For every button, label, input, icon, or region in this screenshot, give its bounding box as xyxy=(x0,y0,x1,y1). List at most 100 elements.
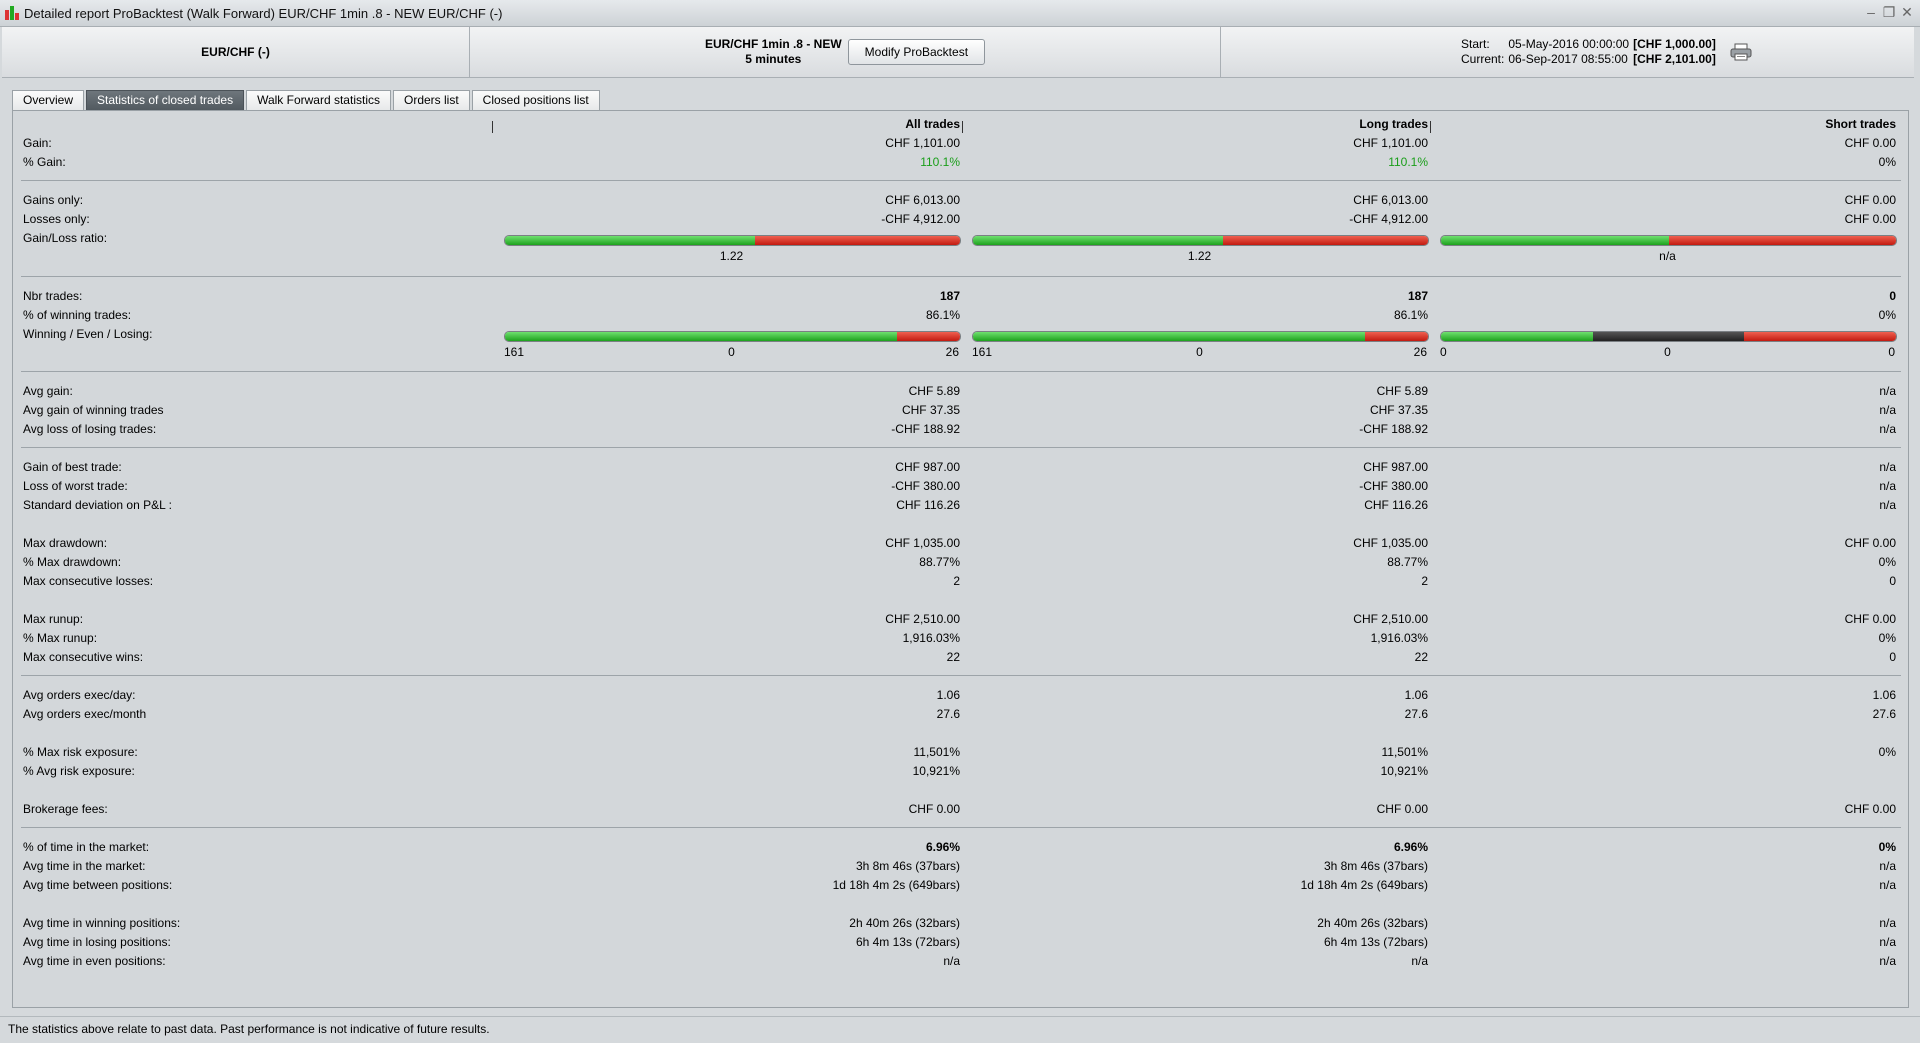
pct-winning-short-value: 0% xyxy=(1878,308,1896,322)
avg-gain-all-value: CHF 5.89 xyxy=(908,384,960,398)
start-label: Start: xyxy=(1461,37,1490,51)
orders-day-long-value: 1.06 xyxy=(1404,688,1428,702)
pct-max-runup-short-value: 0% xyxy=(1878,631,1896,645)
gain-loss-ratio-bar-all xyxy=(504,235,961,246)
worst-trade-long-value: -CHF 380.00 xyxy=(1359,479,1428,493)
winning-segment xyxy=(973,332,1365,341)
start-capital: [CHF 1,000.00] xyxy=(1633,37,1716,51)
current-label: Current: xyxy=(1461,52,1505,66)
gain-row: Gain: CHF 1,101.00 CHF 1,101.00 CHF 0.00 xyxy=(13,134,1908,153)
modify-probacktest-button[interactable]: Modify ProBacktest xyxy=(847,39,986,65)
avg-time-market-long-value: 3h 8m 46s (37bars) xyxy=(1323,859,1428,873)
winning-even-losing-bar-all xyxy=(504,331,961,342)
nbr-trades-label: Nbr trades: xyxy=(23,289,83,303)
avg-time-market-all-value: 3h 8m 46s (37bars) xyxy=(855,859,960,873)
statistics-panel: All trades Long trades Short trades Gain… xyxy=(12,110,1909,1008)
column-header-all: All trades xyxy=(905,117,960,131)
pct-winning-label: % of winning trades: xyxy=(23,308,132,322)
tab-closed-positions-list[interactable]: Closed positions list xyxy=(471,90,600,110)
wel-row: Winning / Even / Losing: 161 0 26 161 0 26 0 0 0 xyxy=(13,325,1908,359)
date-section: Start: 05-May-2016 00:00:00 [CHF 1,000.0… xyxy=(1221,27,1914,77)
max-dd-long-value: CHF 1,035.00 xyxy=(1353,536,1428,550)
fees-row: Brokerage fees: CHF 0.00 CHF 0.00 CHF 0.00 xyxy=(13,800,1908,819)
pct-max-dd-row: % Max drawdown: 88.77% 88.77% 0% xyxy=(13,553,1908,572)
pct-gain-label: % Gain: xyxy=(23,155,66,169)
nbr-trades-short-value: 0 xyxy=(1889,289,1896,303)
avg-time-between-short-value: n/a xyxy=(1879,878,1896,892)
std-dev-long-value: CHF 116.26 xyxy=(1364,498,1428,512)
gain-segment xyxy=(1441,236,1669,245)
pct-max-runup-long-value: 1,916.03% xyxy=(1370,631,1428,645)
tab-bar: Overview Statistics of closed trades Wal… xyxy=(12,90,602,110)
avg-loss-lose-long-value: -CHF 188.92 xyxy=(1359,422,1428,436)
avg-time-between-row: Avg time between positions: 1d 18h 4m 2s … xyxy=(13,876,1908,895)
current-capital: [CHF 2,101.00] xyxy=(1633,52,1716,66)
orders-day-all-value: 1.06 xyxy=(936,688,960,702)
column-header-row: All trades Long trades Short trades xyxy=(13,115,1908,134)
separator-line xyxy=(21,447,1901,448)
avg-gain-win-label: Avg gain of winning trades xyxy=(23,403,164,417)
losses-only-short-value: CHF 0.00 xyxy=(1844,212,1896,226)
avg-time-even-short-value: n/a xyxy=(1879,954,1896,968)
time-market-pct-all-value: 6.96% xyxy=(925,840,960,854)
gain-loss-ratio-bar-short xyxy=(1440,235,1897,246)
gain-loss-ratio-all-value: 1.22 xyxy=(719,249,744,263)
gain-label: Gain: xyxy=(23,136,52,150)
gain-loss-ratio-long-value: 1.22 xyxy=(1187,249,1212,263)
avg-time-between-label: Avg time between positions: xyxy=(23,878,173,892)
winning-segment xyxy=(505,332,897,341)
tab-walk-forward-statistics[interactable]: Walk Forward statistics xyxy=(246,90,391,110)
tab-orders-list[interactable]: Orders list xyxy=(392,90,470,110)
avg-time-even-label: Avg time in even positions: xyxy=(23,954,166,968)
loss-segment xyxy=(755,236,960,245)
title-bar: Detailed report ProBacktest (Walk Forwar… xyxy=(0,0,1920,27)
close-button[interactable]: ✕ xyxy=(1898,3,1916,21)
instrument-name: EUR/CHF (-) xyxy=(201,45,270,59)
fees-label: Brokerage fees: xyxy=(23,802,108,816)
avg-time-even-long-value: n/a xyxy=(1411,954,1428,968)
strategy-name: EUR/CHF 1min .8 - NEW xyxy=(704,37,842,51)
avg-risk-long-value: 10,921% xyxy=(1380,764,1428,778)
max-dd-row: Max drawdown: CHF 1,035.00 CHF 1,035.00 CHF… xyxy=(13,534,1908,553)
winning-even-losing-bar-long xyxy=(972,331,1429,342)
worst-trade-row: Loss of worst trade: -CHF 380.00 -CHF 380.… xyxy=(13,477,1908,496)
pct-gain-all-value: 110.1% xyxy=(920,155,960,169)
strategy-section: EUR/CHF 1min .8 - NEW 5 minutes Modify P… xyxy=(470,27,1220,77)
max-runup-short-value: CHF 0.00 xyxy=(1844,612,1896,626)
fees-short-value: CHF 0.00 xyxy=(1844,802,1896,816)
std-dev-row: Standard deviation on P&L : CHF 116.26 CHF… xyxy=(13,496,1908,515)
best-trade-row: Gain of best trade: CHF 987.00 CHF 987.00 n… xyxy=(13,458,1908,477)
avg-time-market-short-value: n/a xyxy=(1879,859,1896,873)
avg-time-lose-row: Avg time in losing positions: 6h 4m 13s (… xyxy=(13,933,1908,952)
tab-statistics-closed-trades[interactable]: Statistics of closed trades xyxy=(86,90,245,110)
avg-time-lose-short-value: n/a xyxy=(1879,935,1896,949)
winning-segment xyxy=(1441,332,1593,341)
std-dev-all-value: CHF 116.26 xyxy=(896,498,960,512)
pct-max-runup-all-value: 1,916.03% xyxy=(902,631,960,645)
std-dev-label: Standard deviation on P&L : xyxy=(23,498,172,512)
printer-icon[interactable] xyxy=(1730,43,1752,61)
max-consec-wins-row: Max consecutive wins: 22 22 0 xyxy=(13,648,1908,667)
max-consec-losses-row: Max consecutive losses: 2 2 0 xyxy=(13,572,1908,591)
tab-overview[interactable]: Overview xyxy=(12,90,85,110)
max-consec-wins-label: Max consecutive wins: xyxy=(23,650,144,664)
avg-loss-lose-short-value: n/a xyxy=(1879,422,1896,436)
avg-gain-label: Avg gain: xyxy=(23,384,73,398)
max-consec-losses-long-value: 2 xyxy=(1421,574,1428,588)
orders-day-label: Avg orders exec/day: xyxy=(23,688,136,702)
gains-only-all-value: CHF 6,013.00 xyxy=(885,193,960,207)
column-header-long: Long trades xyxy=(1359,117,1428,131)
max-consec-wins-all-value: 22 xyxy=(946,650,960,664)
avg-time-between-all-value: 1d 18h 4m 2s (649bars) xyxy=(832,878,960,892)
pct-winning-all-value: 86.1% xyxy=(925,308,960,322)
max-consec-losses-label: Max consecutive losses: xyxy=(23,574,154,588)
avg-gain-long-value: CHF 5.89 xyxy=(1376,384,1428,398)
gain-segment xyxy=(505,236,756,245)
restore-button[interactable]: ❐ xyxy=(1880,3,1898,21)
fees-all-value: CHF 0.00 xyxy=(908,802,960,816)
minimize-button[interactable]: – xyxy=(1862,3,1880,21)
loss-segment xyxy=(1223,236,1428,245)
max-dd-label: Max drawdown: xyxy=(23,536,108,550)
gain-loss-ratio-bar-long xyxy=(972,235,1429,246)
report-header: EUR/CHF (-) EUR/CHF 1min .8 - NEW 5 minu… xyxy=(2,27,1914,78)
